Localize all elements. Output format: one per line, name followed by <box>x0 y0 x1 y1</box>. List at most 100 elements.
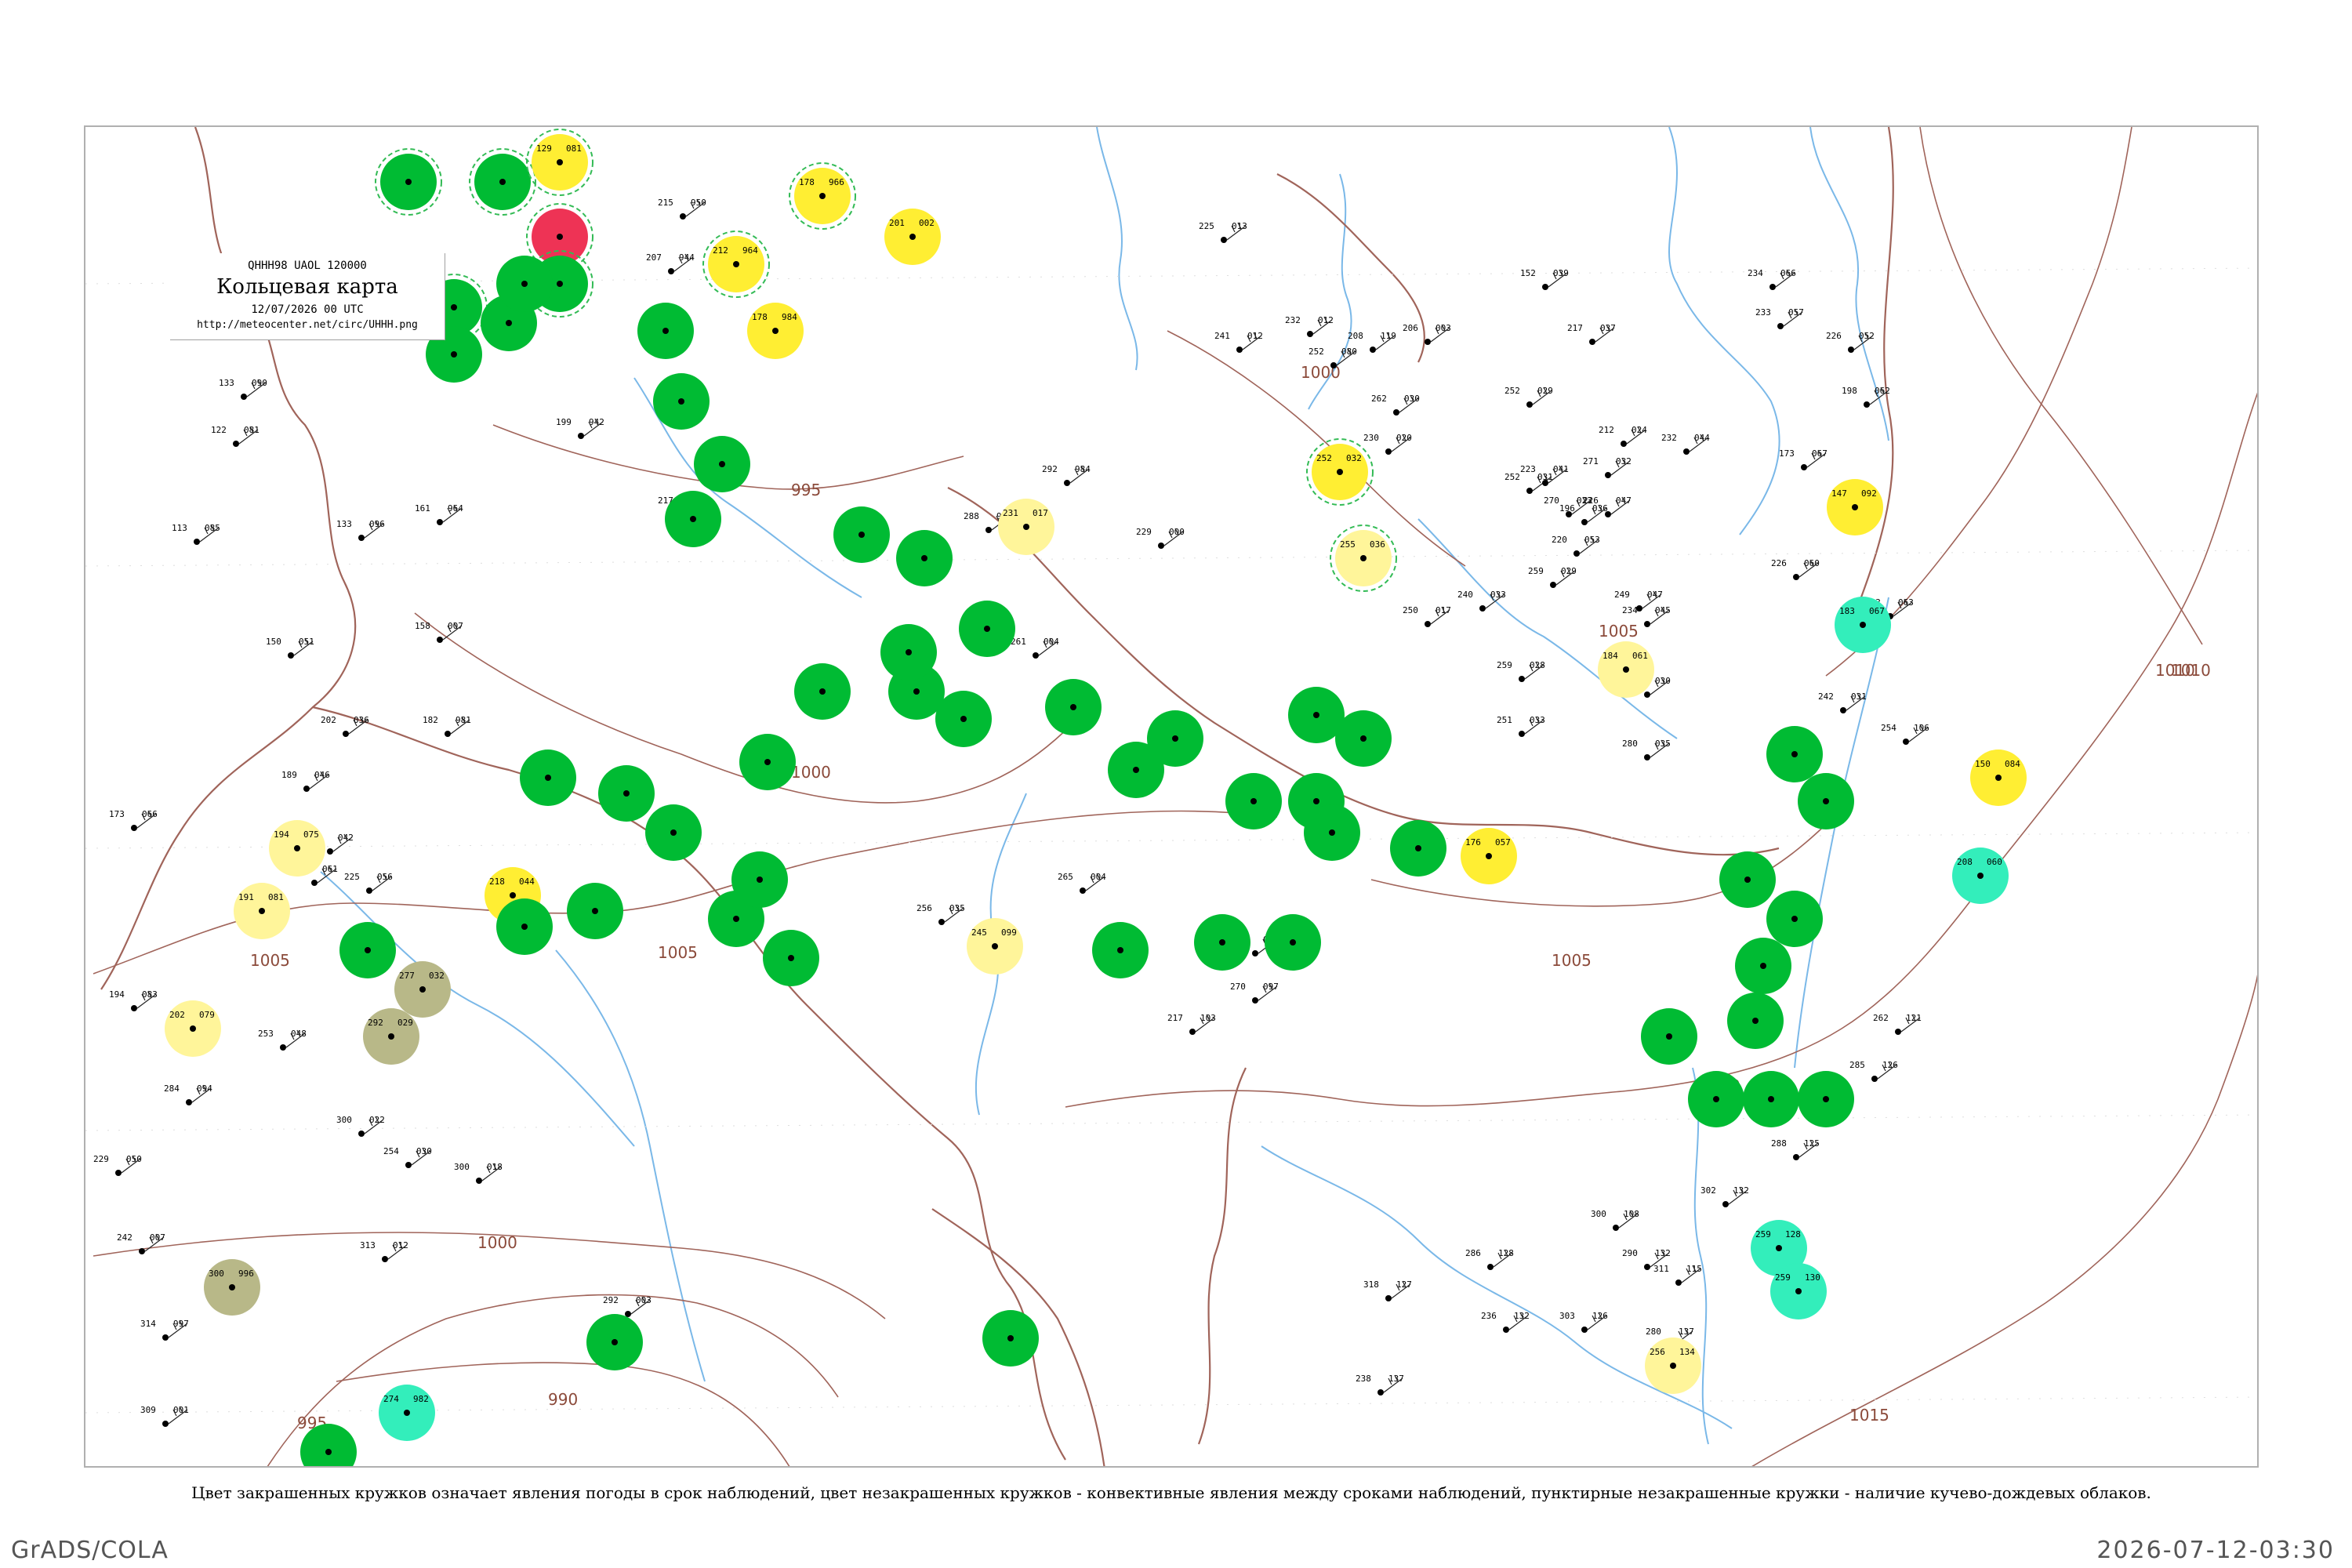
plain-station[interactable]: 303 126 <box>1559 1311 1608 1333</box>
plain-station[interactable]: 242 031 <box>1818 691 1867 713</box>
plain-station[interactable]: 300 108 <box>1591 1209 1639 1231</box>
station-s45[interactable]: 256 134 <box>1645 1338 1701 1394</box>
plain-station[interactable]: 286 128 <box>1465 1248 1514 1270</box>
plain-station[interactable]: 288 125 <box>1771 1138 1820 1160</box>
station-s03[interactable]: 129 081 <box>526 129 593 196</box>
plain-station[interactable]: 173 067 <box>1779 448 1828 470</box>
plain-station[interactable]: 265 004 <box>1058 872 1106 894</box>
plain-station[interactable]: 194 083 <box>109 989 158 1011</box>
station-s77[interactable] <box>645 804 702 861</box>
plain-station[interactable]: 225 056 <box>344 872 393 894</box>
station-s21[interactable] <box>935 691 992 747</box>
plain-station[interactable]: 251 033 <box>1497 715 1545 737</box>
station-s08[interactable]: 212 964 <box>702 230 770 298</box>
station-s01[interactable] <box>375 148 442 216</box>
station-s29[interactable]: 300 996 <box>204 1259 260 1316</box>
station-s19[interactable] <box>896 530 953 586</box>
plain-station[interactable]: 309 001 <box>140 1405 189 1427</box>
plain-station[interactable]: 314 997 <box>140 1319 189 1341</box>
plain-station[interactable]: 311 115 <box>1653 1264 1702 1286</box>
plain-station[interactable]: 254 030 <box>383 1146 432 1168</box>
plain-station[interactable]: 241 012 <box>1214 331 1263 353</box>
plain-station[interactable]: 262 121 <box>1873 1013 1922 1035</box>
station-s56[interactable] <box>959 601 1015 657</box>
plain-station[interactable]: 240 033 <box>1457 590 1506 612</box>
plain-station[interactable]: 226 052 <box>1826 331 1875 353</box>
plain-station[interactable]: 226 060 <box>1771 558 1820 580</box>
plain-station[interactable]: 152 039 <box>1520 268 1569 290</box>
plain-station[interactable]: 259 029 <box>1528 566 1577 588</box>
station-s31[interactable] <box>586 1314 643 1370</box>
station-s50[interactable] <box>1265 914 1321 971</box>
plain-station[interactable]: 261 004 <box>1011 637 1059 659</box>
map-url[interactable]: http://meteocenter.net/circ/UHHH.png <box>170 319 445 331</box>
station-s51[interactable] <box>1194 914 1250 971</box>
station-s59[interactable] <box>1092 922 1149 978</box>
station-s35[interactable]: 252 032 <box>1306 438 1374 506</box>
plain-station[interactable]: 253 048 <box>258 1029 307 1051</box>
plain-station[interactable]: 122 081 <box>211 425 260 447</box>
station-s02[interactable] <box>469 148 536 216</box>
station-s13[interactable] <box>496 256 553 312</box>
plain-station[interactable]: 238 137 <box>1356 1374 1404 1396</box>
station-s24[interactable]: 194 075 <box>269 820 325 877</box>
station-s64[interactable] <box>1735 938 1791 994</box>
plain-station[interactable]: 225 013 <box>1199 221 1247 243</box>
plain-station[interactable]: 150 051 <box>266 637 314 659</box>
station-s26[interactable]: 202 079 <box>165 1000 221 1057</box>
plain-station[interactable]: 161 964 <box>415 503 463 525</box>
station-s69[interactable] <box>1688 1071 1744 1127</box>
station-s28[interactable]: 292 029 <box>363 1008 419 1065</box>
station-s14[interactable] <box>637 303 694 359</box>
station-s54[interactable] <box>1390 820 1446 877</box>
station-s06[interactable]: 178 966 <box>789 162 856 230</box>
plain-station[interactable]: 212 024 <box>1599 425 1647 447</box>
station-s15[interactable] <box>653 373 710 430</box>
station-s30[interactable]: 274 982 <box>379 1385 435 1441</box>
station-s53[interactable] <box>1304 804 1360 861</box>
station-s37[interactable]: 176 057 <box>1461 828 1517 884</box>
plain-station[interactable]: 182 981 <box>423 715 471 737</box>
station-s16[interactable] <box>694 436 750 492</box>
plain-station[interactable]: 300 022 <box>336 1115 385 1137</box>
plain-station[interactable]: 232 012 <box>1285 315 1334 337</box>
plain-station[interactable]: 259 028 <box>1497 660 1545 682</box>
plain-station[interactable]: 271 032 <box>1583 456 1632 478</box>
plain-station[interactable]: 280 035 <box>1622 739 1671 760</box>
station-s27[interactable]: 277 032 <box>394 961 451 1018</box>
plain-station[interactable]: 236 132 <box>1481 1311 1530 1333</box>
station-s79[interactable] <box>731 851 788 908</box>
station-s55[interactable] <box>1335 710 1392 767</box>
station-s74[interactable] <box>567 883 623 939</box>
plain-station[interactable]: 220 053 <box>1552 535 1600 557</box>
station-s63[interactable] <box>1766 891 1823 947</box>
plain-station[interactable]: 206 003 <box>1403 323 1451 345</box>
plain-station[interactable]: 252 029 <box>1504 386 1553 408</box>
station-s17[interactable] <box>665 491 721 547</box>
plain-station[interactable]: 229 050 <box>93 1154 142 1176</box>
station-s38[interactable]: 184 061 <box>1598 641 1654 698</box>
plain-station[interactable]: 207 944 <box>646 252 695 274</box>
station-s44[interactable]: 259 130 <box>1770 1263 1827 1319</box>
plain-station[interactable]: 313 012 <box>360 1240 408 1262</box>
plain-station[interactable]: 292 984 <box>1042 464 1091 486</box>
station-s60[interactable] <box>1766 726 1823 782</box>
plain-station[interactable]: 285 126 <box>1849 1060 1898 1082</box>
station-s75[interactable] <box>520 750 576 806</box>
plain-station[interactable]: 250 017 <box>1403 605 1451 627</box>
station-s62[interactable] <box>1719 851 1776 908</box>
station-s39[interactable]: 147 092 <box>1827 479 1883 535</box>
station-s33[interactable]: 231 017 <box>998 499 1054 555</box>
plain-station[interactable]: 233 057 <box>1755 307 1804 329</box>
plain-station[interactable]: 284 094 <box>164 1083 212 1105</box>
plain-station[interactable]: 256 035 <box>916 903 965 925</box>
plain-station[interactable]: 230 020 <box>1363 433 1412 455</box>
plain-station[interactable]: 302 132 <box>1700 1185 1749 1207</box>
station-s22[interactable] <box>1045 679 1102 735</box>
plain-station[interactable]: 133 096 <box>336 519 385 541</box>
station-s57[interactable] <box>880 624 937 681</box>
plain-station[interactable]: 232 044 <box>1661 433 1710 455</box>
station-s68[interactable] <box>1641 1008 1697 1065</box>
station-s25[interactable]: 191 081 <box>234 883 290 939</box>
station-s80[interactable] <box>763 930 819 986</box>
